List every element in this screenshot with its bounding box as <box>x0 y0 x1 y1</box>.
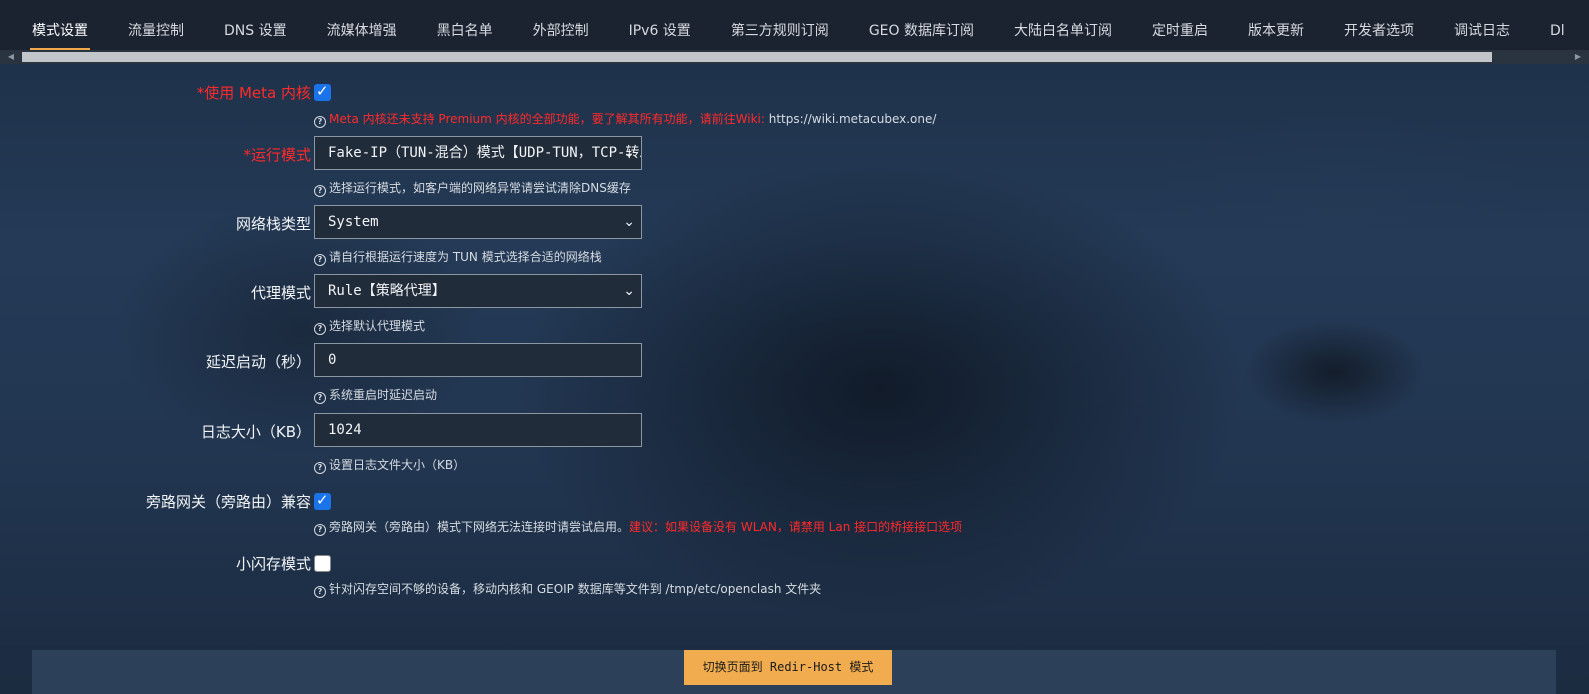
run-mode-hint-text: 选择运行模式，如客户端的网络异常请尝试清除DNS缓存 <box>329 181 631 195</box>
small-flash-hint-text: 针对闪存空间不够的设备，移动内核和 GEOIP 数据库等文件到 /tmp/etc… <box>329 582 822 596</box>
proxy-mode-hint-text: 选择默认代理模式 <box>329 319 426 333</box>
proxy-mode-value: Rule【策略代理】 <box>328 283 446 299</box>
log-size-hint-text: 设置日志文件大小（KB） <box>329 458 466 472</box>
small-flash-checkbox[interactable] <box>314 555 331 572</box>
question-circle-icon: ? <box>314 116 326 128</box>
tab-version-update[interactable]: 版本更新 <box>1228 0 1324 50</box>
tab-third-party-rules[interactable]: 第三方规则订阅 <box>711 0 849 50</box>
arrow-right-icon[interactable]: ▶ <box>1571 50 1585 64</box>
bypass-gateway-checkbox[interactable] <box>314 491 331 510</box>
question-circle-icon: ? <box>314 254 326 266</box>
run-mode-select[interactable]: Fake-IP（TUN-混合）模式【UDP-TUN，TCP-转发】 ⌄ <box>314 136 642 170</box>
small-flash-label: 小闪存模式 <box>235 555 311 573</box>
tab-geo-database[interactable]: GEO 数据库订阅 <box>849 0 994 50</box>
stack-type-select[interactable]: System ⌄ <box>314 205 642 239</box>
chevron-down-icon: ⌄ <box>623 214 635 230</box>
proxy-mode-hint: ? 选择默认代理模式 <box>314 317 425 335</box>
question-circle-icon: ? <box>314 323 326 335</box>
log-size-hint: ? 设置日志文件大小（KB） <box>314 456 465 474</box>
delay-start-hint-text: 系统重启时延迟启动 <box>329 388 438 402</box>
log-size-label: 日志大小（KB） <box>200 423 311 441</box>
tab-ipv6-settings[interactable]: IPv6 设置 <box>609 0 711 50</box>
tab-overflow[interactable]: Dl <box>1530 0 1585 50</box>
tab-debug-log[interactable]: 调试日志 <box>1434 0 1530 50</box>
tab-scrollbar[interactable]: ◀ ▶ <box>0 50 1589 64</box>
arrow-left-icon[interactable]: ◀ <box>4 50 18 64</box>
wiki-link[interactable]: https://wiki.metacubex.one/ <box>769 112 937 126</box>
proxy-mode-label: 代理模式 <box>250 284 311 302</box>
delay-start-hint: ? 系统重启时延迟启动 <box>314 386 437 404</box>
delay-start-label: 延迟启动（秒） <box>205 353 311 371</box>
tab-traffic-control[interactable]: 流量控制 <box>108 0 204 50</box>
switch-to-redir-host-button[interactable]: 切换页面到 Redir-Host 模式 <box>684 650 892 685</box>
tab-dns-settings[interactable]: DNS 设置 <box>204 0 307 50</box>
meta-core-checkbox[interactable] <box>314 82 331 101</box>
tab-streaming-enhance[interactable]: 流媒体增强 <box>307 0 417 50</box>
question-circle-icon: ? <box>314 392 326 404</box>
chevron-down-icon: ⌄ <box>623 145 635 161</box>
tab-external-control[interactable]: 外部控制 <box>513 0 609 50</box>
bypass-gateway-label: 旁路网关（旁路由）兼容 <box>145 493 311 511</box>
tab-developer-options[interactable]: 开发者选项 <box>1324 0 1434 50</box>
question-circle-icon: ? <box>314 185 326 197</box>
tab-mode-settings[interactable]: 模式设置 <box>12 0 108 50</box>
bypass-gateway-hint-text: 旁路网关（旁路由）模式下网络无法连接时请尝试启用。 <box>329 520 630 534</box>
question-circle-icon: ? <box>314 462 326 474</box>
stack-type-hint-text: 请自行根据运行速度为 TUN 模式选择合适的网络栈 <box>329 250 602 264</box>
delay-start-input[interactable]: 0 <box>314 343 642 377</box>
scrollbar-thumb[interactable] <box>22 52 1492 62</box>
stack-type-label: 网络栈类型 <box>235 215 311 233</box>
run-mode-value: Fake-IP（TUN-混合）模式【UDP-TUN，TCP-转发】 <box>328 145 642 161</box>
run-mode-hint: ? 选择运行模式，如客户端的网络异常请尝试清除DNS缓存 <box>314 179 631 197</box>
log-size-input[interactable]: 1024 <box>314 413 642 447</box>
bypass-gateway-hint-warning: 建议：如果设备没有 WLAN，请禁用 Lan 接口的桥接接口选项 <box>629 520 963 534</box>
meta-core-hint: ? Meta 内核还未支持 Premium 内核的全部功能，要了解其所有功能，请前… <box>314 110 936 128</box>
tab-black-white-list[interactable]: 黑白名单 <box>417 0 513 50</box>
run-mode-label: *运行模式 <box>243 146 311 164</box>
small-flash-hint: ? 针对闪存空间不够的设备，移动内核和 GEOIP 数据库等文件到 /tmp/et… <box>314 580 821 598</box>
meta-core-label: *使用 Meta 内核 <box>196 84 311 102</box>
stack-type-value: System <box>328 214 379 230</box>
chevron-down-icon: ⌄ <box>623 283 635 299</box>
tab-bar: 模式设置 流量控制 DNS 设置 流媒体增强 黑白名单 外部控制 IPv6 设置… <box>0 0 1589 50</box>
stack-type-hint: ? 请自行根据运行速度为 TUN 模式选择合适的网络栈 <box>314 248 602 266</box>
question-circle-icon: ? <box>314 586 326 598</box>
tab-list: 模式设置 流量控制 DNS 设置 流媒体增强 黑白名单 外部控制 IPv6 设置… <box>12 0 1585 50</box>
question-circle-icon: ? <box>314 524 326 536</box>
meta-core-hint-warning: Meta 内核还未支持 Premium 内核的全部功能，要了解其所有功能，请前往… <box>329 112 765 126</box>
proxy-mode-select[interactable]: Rule【策略代理】 ⌄ <box>314 274 642 308</box>
tab-mainland-whitelist[interactable]: 大陆白名单订阅 <box>994 0 1132 50</box>
bypass-gateway-hint: ? 旁路网关（旁路由）模式下网络无法连接时请尝试启用。建议：如果设备没有 WLAN… <box>314 518 962 536</box>
tab-scheduled-restart[interactable]: 定时重启 <box>1132 0 1228 50</box>
